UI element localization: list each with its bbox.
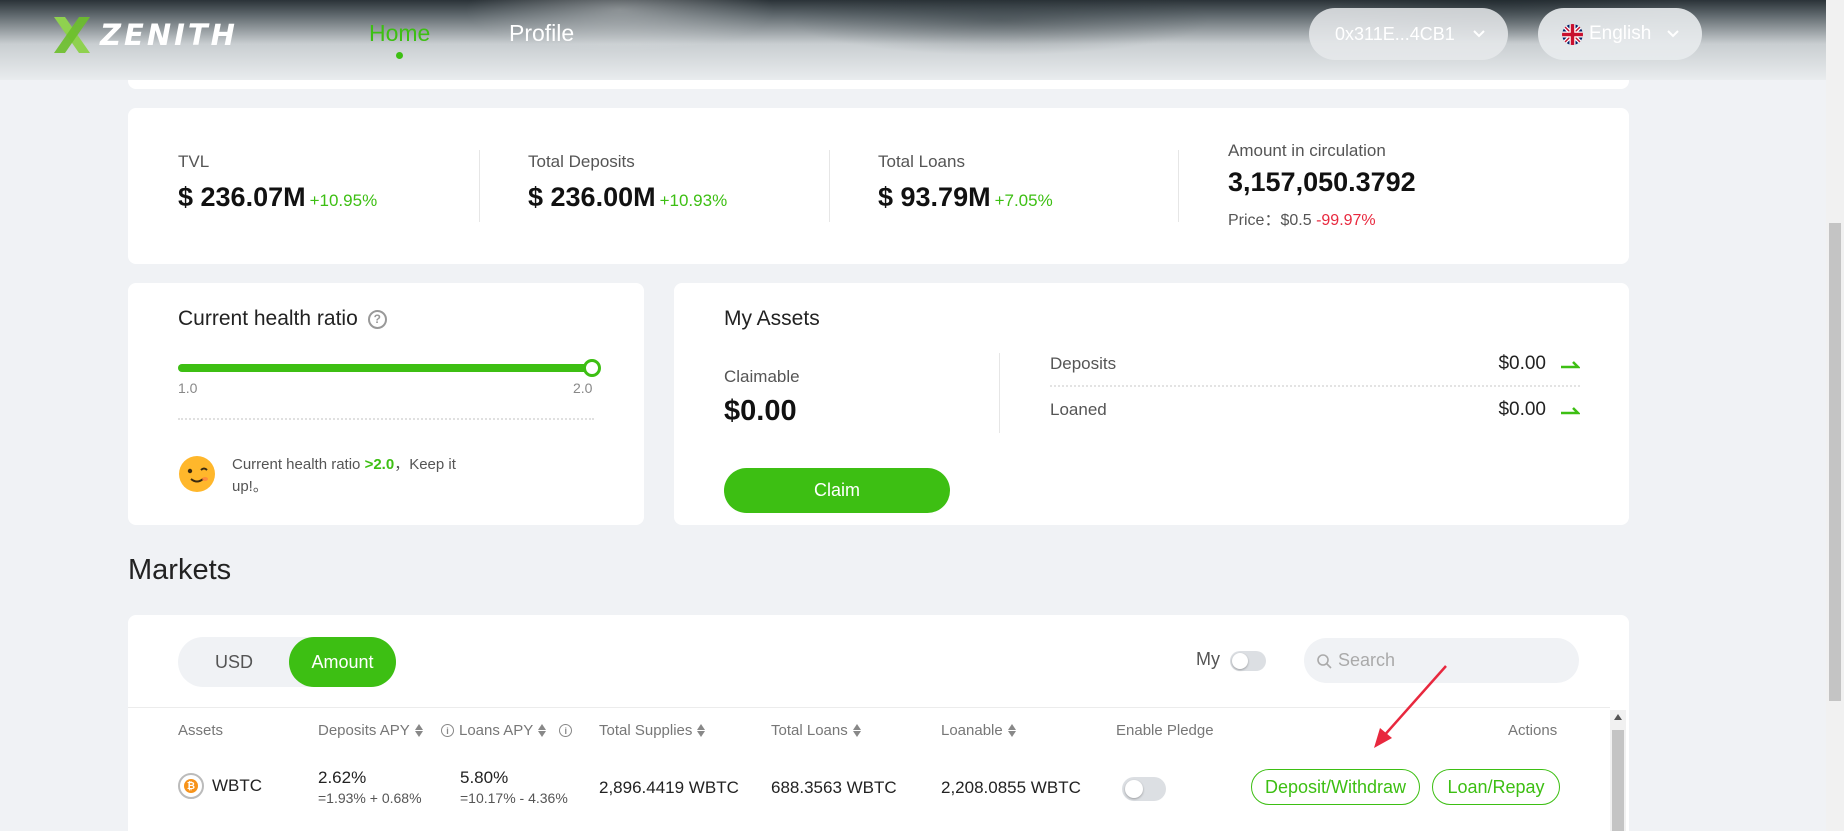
loaned-value: $0.00 (1498, 399, 1580, 421)
deposits-value: $0.00 (1498, 353, 1580, 375)
sort-icon (1007, 724, 1016, 737)
enable-pledge-toggle[interactable] (1122, 777, 1166, 801)
health-ratio-knob (583, 359, 601, 377)
stat-value: $ 236.07M +10.95% (178, 182, 378, 212)
deposits-label: Deposits (1050, 354, 1117, 373)
health-message: Current health ratio >2.0，Keep it up!。 (232, 456, 456, 495)
nav-home[interactable]: Home (369, 20, 430, 47)
stat-value: $ 236.00M +10.93% (528, 182, 728, 212)
previous-card-edge (128, 80, 1629, 89)
stat-value: 3,157,050.3792 (1228, 167, 1416, 197)
nav-profile[interactable]: Profile (509, 20, 574, 47)
zenith-logo-icon (54, 17, 90, 53)
uk-flag-icon (1562, 23, 1583, 45)
deposit-withdraw-button[interactable]: Deposit/Withdraw (1251, 769, 1420, 805)
stat-total-loans: Total Loans $ 93.79M +7.05% (878, 152, 1053, 213)
language-label: English (1589, 23, 1652, 44)
stat-label: Amount in circulation (1228, 141, 1386, 160)
stat-change: +7.05% (994, 191, 1053, 210)
annotation-arrow-icon (1374, 665, 1447, 748)
wallet-address-dropdown[interactable]: 0x311E...4CB1 (1309, 8, 1508, 60)
health-title: Current health ratio ? (178, 307, 387, 331)
stat-label: Total Loans (878, 152, 965, 171)
total-loans-cell: 688.3563 WBTC (771, 778, 897, 797)
table-scrollbar[interactable] (1610, 710, 1626, 831)
stat-change: +10.93% (659, 191, 728, 210)
health-max-label: 2.0 (573, 380, 593, 396)
active-nav-indicator (396, 52, 403, 59)
chevron-down-icon (1667, 30, 1679, 38)
my-assets-title: My Assets (724, 307, 820, 330)
stat-divider (479, 150, 480, 222)
claimable-value: $0.00 (724, 395, 797, 427)
loaned-label: Loaned (1050, 400, 1107, 419)
loanable-cell: 2,208.0855 WBTC (941, 778, 1081, 797)
loans-apy-cell: 5.80% =10.17% - 4.36% (460, 768, 568, 806)
loan-repay-button[interactable]: Loan/Repay (1432, 769, 1560, 805)
table-row: ₿ WBTC (178, 773, 262, 799)
col-enable-pledge: Enable Pledge (1116, 722, 1214, 739)
stat-total-deposits: Total Deposits $ 236.00M +10.93% (528, 152, 727, 213)
brand-name: ZENITH (100, 18, 238, 52)
col-total-loans[interactable]: Total Loans (771, 722, 861, 739)
my-filter-label: My (1196, 649, 1220, 669)
deposits-row: Deposits $0.00 (1050, 342, 1580, 386)
claimable-label: Claimable (724, 367, 800, 386)
wallet-address: 0x311E...4CB1 (1335, 23, 1455, 44)
divider (1050, 385, 1580, 387)
info-icon[interactable]: i (559, 724, 573, 737)
wbtc-coin-icon: ₿ (178, 773, 204, 799)
divider (999, 353, 1000, 433)
stat-divider (829, 150, 830, 222)
table-scrollbar-thumb[interactable] (1612, 730, 1624, 831)
stat-label: TVL (178, 152, 210, 171)
col-loans-apy[interactable]: i Loans APY i (441, 722, 573, 739)
happy-face-icon (179, 456, 215, 492)
language-dropdown[interactable]: English (1538, 8, 1702, 60)
token-price: Price：$0.5 -99.97% (1228, 212, 1376, 229)
my-filter-toggle[interactable] (1230, 651, 1266, 671)
stat-circulation: Amount in circulation 3,157,050.3792 Pri… (1228, 141, 1416, 230)
asset-name: WBTC (212, 776, 263, 795)
col-total-supplies[interactable]: Total Supplies (599, 722, 706, 739)
protocol-stats-card: TVL $ 236.07M +10.95% Total Deposits $ 23… (128, 108, 1629, 264)
trend-arrow-icon[interactable] (1560, 358, 1580, 370)
trend-arrow-icon[interactable] (1560, 404, 1580, 416)
health-ratio-fill (178, 364, 598, 372)
col-assets: Assets (178, 722, 224, 739)
claim-button[interactable]: Claim (724, 468, 950, 513)
help-icon[interactable]: ? (367, 309, 387, 329)
divider (178, 418, 594, 420)
col-actions: Actions (1508, 722, 1558, 739)
sort-icon (414, 724, 423, 737)
seg-usd[interactable]: USD (178, 637, 290, 687)
deposits-apy-cell: 2.62% =1.93% + 0.68% (318, 768, 422, 806)
health-min-label: 1.0 (178, 380, 198, 396)
stat-divider (1178, 150, 1179, 222)
health-ratio-bar (178, 359, 601, 377)
col-deposits-apy[interactable]: Deposits APY (318, 722, 423, 739)
health-ratio-card: Current health ratio ? 1.0 2.0 Current h… (128, 283, 644, 525)
stat-label: Total Deposits (528, 152, 635, 171)
markets-title: Markets (128, 554, 232, 586)
stat-change: +10.95% (309, 191, 378, 210)
price-change: -99.97% (1316, 212, 1376, 229)
unit-segmented-control: USD Amount (178, 637, 396, 687)
seg-amount[interactable]: Amount (289, 637, 396, 687)
sort-icon (697, 724, 706, 737)
top-nav-bar: ZENITH Home Profile 0x311E...4CB1 Englis… (0, 0, 1826, 80)
chevron-down-icon (1473, 30, 1485, 38)
stat-value: $ 93.79M +7.05% (878, 182, 1053, 212)
sort-icon (538, 724, 547, 737)
search-icon (1317, 653, 1332, 669)
stat-tvl: TVL $ 236.07M +10.95% (178, 152, 377, 213)
zenith-logo[interactable]: ZENITH (52, 15, 238, 55)
loaned-row: Loaned $0.00 (1050, 388, 1580, 432)
total-supplies-cell: 2,896.4419 WBTC (599, 778, 739, 797)
page-scrollbar-thumb[interactable] (1829, 223, 1841, 701)
col-loanable[interactable]: Loanable (941, 722, 1016, 739)
scroll-up-arrow-icon[interactable] (1614, 714, 1622, 720)
sort-icon (852, 724, 861, 737)
info-icon[interactable]: i (441, 724, 454, 737)
